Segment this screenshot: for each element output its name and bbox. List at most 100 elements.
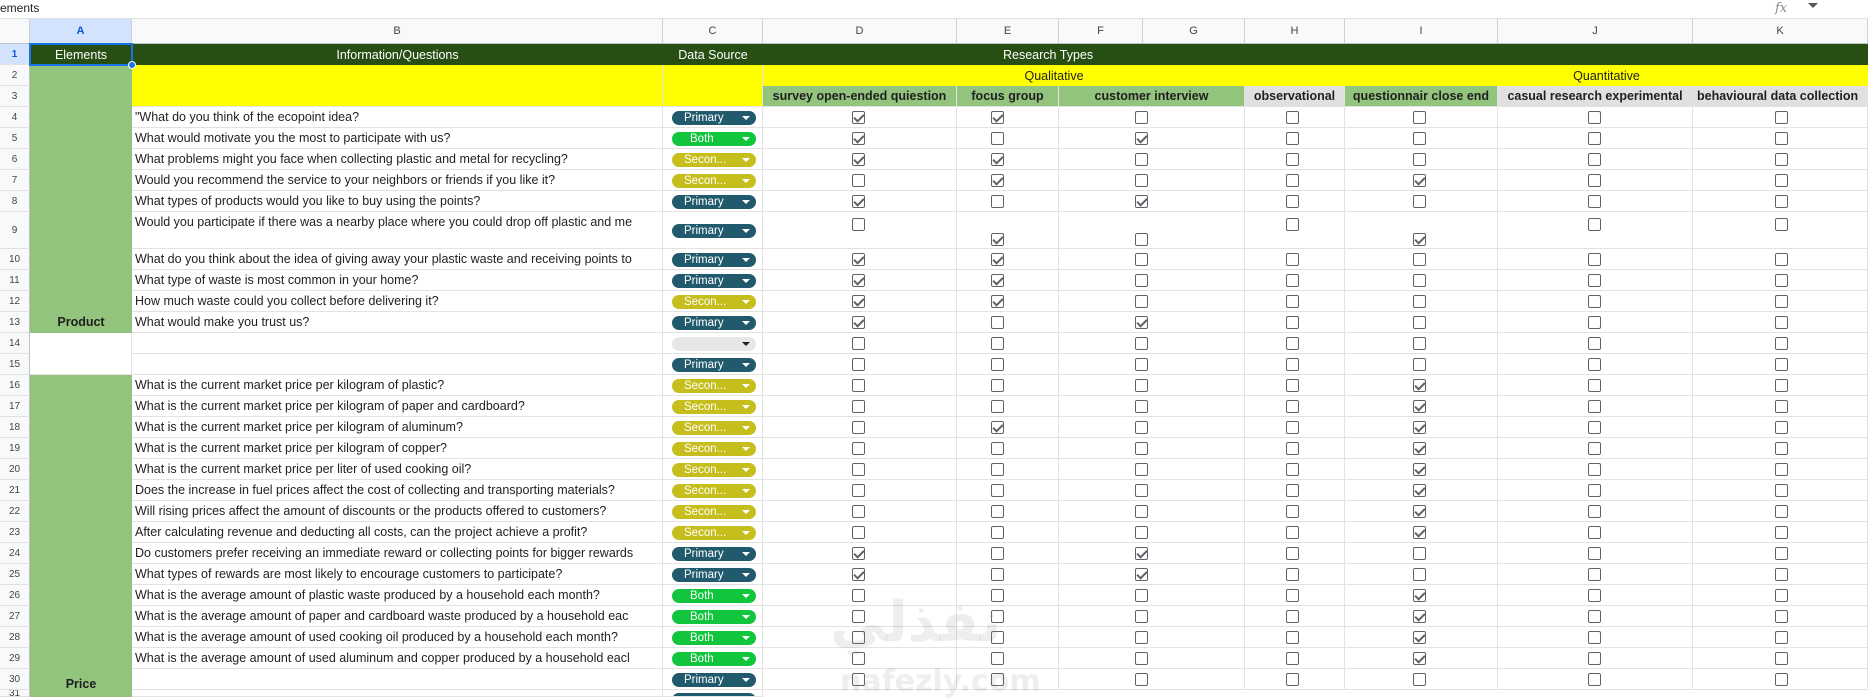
checkbox-checked[interactable]: [852, 295, 865, 308]
checkbox[interactable]: [1135, 631, 1148, 644]
checkbox[interactable]: [1135, 337, 1148, 350]
data-source-cell[interactable]: Secon...: [663, 438, 763, 459]
data-source-cell[interactable]: Primary: [663, 212, 763, 249]
row-header-31[interactable]: 31: [0, 690, 30, 697]
row-header-16[interactable]: 16: [0, 375, 30, 396]
method-cell[interactable]: [957, 270, 1059, 291]
question-cell[interactable]: What would make you trust us?: [132, 312, 663, 333]
data-source-cell[interactable]: Both: [663, 606, 763, 627]
question-cell[interactable]: After calculating revenue and deducting …: [132, 522, 663, 543]
checkbox[interactable]: [1286, 358, 1299, 371]
data-source-cell[interactable]: Both: [663, 648, 763, 669]
checkbox[interactable]: [1775, 174, 1788, 187]
checkbox[interactable]: [1135, 505, 1148, 518]
method-cell[interactable]: [1059, 648, 1245, 669]
row-header-26[interactable]: 26: [0, 585, 30, 606]
method-cell[interactable]: [957, 501, 1059, 522]
checkbox[interactable]: [1775, 673, 1788, 686]
checkbox[interactable]: [1775, 568, 1788, 581]
checkbox-checked[interactable]: [991, 421, 1004, 434]
question-cell[interactable]: What types of products would you like to…: [132, 191, 663, 212]
data-source-dropdown[interactable]: Primary: [672, 110, 756, 125]
data-source-dropdown[interactable]: [672, 336, 756, 351]
row-header-13[interactable]: 13: [0, 312, 30, 333]
checkbox[interactable]: [1135, 379, 1148, 392]
row-header-18[interactable]: 18: [0, 417, 30, 438]
spreadsheet-grid[interactable]: A B C D E F G H I J K 1 2 3 4 5 6 7 8 9 10 11 12 13 14 15 16 17 18 19…: [0, 0, 1868, 697]
checkbox[interactable]: [852, 610, 865, 623]
method-cell[interactable]: [1059, 375, 1245, 396]
method-cell[interactable]: [957, 291, 1059, 312]
checkbox-checked[interactable]: [1413, 463, 1426, 476]
checkbox[interactable]: [991, 652, 1004, 665]
column-header-e[interactable]: E: [957, 19, 1059, 44]
blank-yellow-b2[interactable]: [132, 65, 663, 107]
checkbox[interactable]: [1588, 358, 1601, 371]
checkbox[interactable]: [1775, 442, 1788, 455]
data-source-cell[interactable]: Primary: [663, 669, 763, 690]
data-source-cell[interactable]: [663, 690, 763, 697]
method-cell[interactable]: [1059, 270, 1245, 291]
checkbox[interactable]: [1286, 610, 1299, 623]
checkbox[interactable]: [1286, 295, 1299, 308]
checkbox-checked[interactable]: [1135, 195, 1148, 208]
blank-yellow-c2[interactable]: [663, 65, 763, 107]
method-cell[interactable]: [1059, 107, 1245, 128]
checkbox[interactable]: [1286, 652, 1299, 665]
checkbox[interactable]: [1588, 400, 1601, 413]
method-cell[interactable]: [957, 128, 1059, 149]
method-cell[interactable]: [1059, 585, 1245, 606]
checkbox[interactable]: [1135, 295, 1148, 308]
checkbox[interactable]: [852, 673, 865, 686]
data-source-cell[interactable]: Secon...: [663, 480, 763, 501]
checkbox-checked[interactable]: [1413, 484, 1426, 497]
checkbox[interactable]: [991, 400, 1004, 413]
checkbox[interactable]: [852, 174, 865, 187]
method-cell[interactable]: [957, 312, 1059, 333]
question-cell[interactable]: [132, 690, 663, 697]
data-source-dropdown[interactable]: Secon...: [672, 294, 756, 309]
row-header-3[interactable]: 3: [0, 86, 30, 107]
data-source-dropdown[interactable]: Both: [672, 651, 756, 666]
row-header-23[interactable]: 23: [0, 522, 30, 543]
header-data-source[interactable]: Data Source: [663, 44, 763, 65]
question-cell[interactable]: What do you think about the idea of givi…: [132, 249, 663, 270]
checkbox[interactable]: [852, 358, 865, 371]
group-product[interactable]: Product: [30, 65, 132, 333]
checkbox[interactable]: [1413, 316, 1426, 329]
row-header-4[interactable]: 4: [0, 107, 30, 128]
data-source-cell[interactable]: Secon...: [663, 375, 763, 396]
method-cell[interactable]: [957, 543, 1059, 564]
checkbox[interactable]: [991, 631, 1004, 644]
checkbox[interactable]: [1135, 673, 1148, 686]
checkbox[interactable]: [1286, 484, 1299, 497]
method-header-3[interactable]: observational: [1245, 86, 1345, 107]
checkbox[interactable]: [1588, 505, 1601, 518]
checkbox[interactable]: [1413, 253, 1426, 266]
checkbox[interactable]: [1775, 379, 1788, 392]
checkbox[interactable]: [1775, 652, 1788, 665]
question-cell[interactable]: What type of waste is most common in you…: [132, 270, 663, 291]
checkbox[interactable]: [1135, 174, 1148, 187]
checkbox[interactable]: [1775, 111, 1788, 124]
data-source-cell[interactable]: Both: [663, 627, 763, 648]
checkbox[interactable]: [1286, 253, 1299, 266]
checkbox[interactable]: [1775, 218, 1788, 231]
checkbox[interactable]: [1286, 526, 1299, 539]
data-source-dropdown[interactable]: Primary: [672, 546, 756, 561]
checkbox[interactable]: [1775, 463, 1788, 476]
data-source-cell[interactable]: Primary: [663, 107, 763, 128]
checkbox[interactable]: [1588, 218, 1601, 231]
row-header-22[interactable]: 22: [0, 501, 30, 522]
method-cell[interactable]: [957, 480, 1059, 501]
checkbox[interactable]: [1286, 218, 1299, 231]
checkbox[interactable]: [991, 132, 1004, 145]
checkbox[interactable]: [1775, 631, 1788, 644]
checkbox[interactable]: [1775, 358, 1788, 371]
method-cell[interactable]: [1059, 191, 1245, 212]
method-cell[interactable]: [1059, 249, 1245, 270]
question-cell[interactable]: "What do you think of the ecopoint idea?: [132, 107, 663, 128]
checkbox[interactable]: [1588, 379, 1601, 392]
data-source-dropdown[interactable]: Secon...: [672, 173, 756, 188]
method-cell[interactable]: [957, 585, 1059, 606]
